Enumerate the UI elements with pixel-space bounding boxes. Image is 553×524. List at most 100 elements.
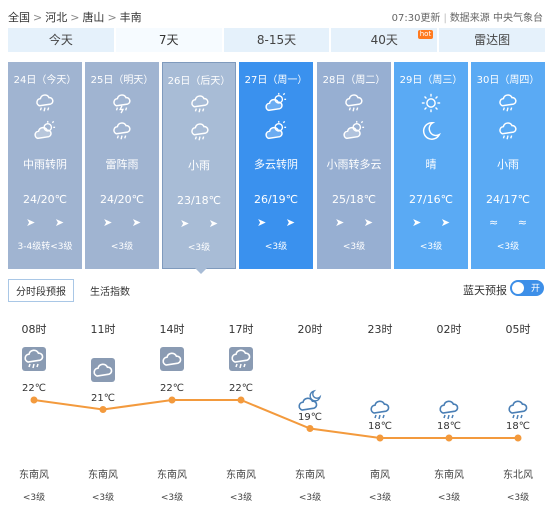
rain-cloud-icon <box>497 92 519 114</box>
hourly-wind-level: <3级 <box>229 493 253 503</box>
tab-hourly[interactable]: 分时段预报 <box>8 279 74 302</box>
rain-cloud-icon <box>189 93 211 115</box>
blue-sky-toggle[interactable]: 开 <box>510 280 544 296</box>
day-date: 30日（周四） <box>476 75 540 86</box>
temperature-point <box>376 434 384 442</box>
tab-today[interactable]: 今天 <box>8 28 114 52</box>
hourly-time: 05时 <box>505 323 531 336</box>
tab-label: 7天 <box>158 33 179 47</box>
day-weather-desc: 小雨 <box>497 158 519 171</box>
temperature-point <box>514 434 522 442</box>
hourly-wind-level: <3级 <box>298 493 322 503</box>
hourly-time: 23时 <box>367 323 393 336</box>
hourly-wind-level: <3级 <box>437 493 461 503</box>
temperature-point <box>445 434 453 442</box>
hourly-temperature: 21℃ <box>91 392 115 404</box>
thunder-rain-icon <box>111 92 133 114</box>
hourly-temperature: 18℃ <box>368 421 392 432</box>
tab-life-index[interactable]: 生活指数 <box>82 279 138 302</box>
cloud-icon <box>91 358 115 382</box>
toggle-knob <box>512 282 524 294</box>
rain-cloud-icon <box>34 92 56 114</box>
temperature-point <box>99 406 107 413</box>
hourly-wind-direction: 东南风 <box>19 470 49 481</box>
hourly-wind-direction: 东南风 <box>226 470 256 481</box>
hourly-temperature: 22℃ <box>160 383 184 394</box>
day-date: 29日（周三） <box>399 75 463 86</box>
breadcrumb-item-province[interactable]: 河北 <box>45 11 67 24</box>
hourly-wind-level: <3级 <box>160 493 184 503</box>
tab-8-15day[interactable]: 8-15天 <box>223 28 330 52</box>
day-card[interactable]: 28日（周二） 小雨转多云 25/18℃ ➤ ➤ <3级 <box>317 62 391 269</box>
temperature-point <box>237 396 245 404</box>
hourly-time: 14时 <box>159 323 185 336</box>
rain-cloud-icon <box>229 347 253 371</box>
rain-cloud-icon <box>497 120 519 142</box>
cloud-sun-icon <box>265 92 287 114</box>
tab-radar[interactable]: 雷达图 <box>439 28 545 52</box>
breadcrumb-item-country[interactable]: 全国 <box>8 11 30 24</box>
selected-day-pointer <box>195 268 207 274</box>
data-source: 数据来源 中央气象台 <box>449 13 543 24</box>
day-weather-desc: 多云转阴 <box>254 158 298 171</box>
wind-direction-icon: ➤ ➤ <box>103 216 149 229</box>
hourly-wind-direction: 东南风 <box>434 470 464 481</box>
tab-label: 8-15天 <box>256 33 297 47</box>
day-card[interactable]: 24日（今天） 中雨转阴 24/20℃ ➤ ➤ 3-4级转<3级 <box>8 62 82 269</box>
wind-direction-icon: ≈ ≈ <box>489 216 535 229</box>
rain-cloud-icon <box>111 120 133 142</box>
tab-40day[interactable]: 40天 hot <box>331 28 438 52</box>
day-date: 24日（今天） <box>13 75 77 86</box>
tab-7day[interactable]: 7天 <box>115 28 222 52</box>
moon-icon <box>420 120 442 142</box>
update-meta: 07:30更新 | 数据来源 中央气象台 <box>392 9 543 24</box>
day-wind-level: <3级 <box>419 242 443 252</box>
wind-direction-icon: ➤ ➤ <box>412 216 458 229</box>
breadcrumb-separator: > <box>107 11 117 24</box>
cloud-icon <box>160 347 184 371</box>
day-temperature: 24/17℃ <box>485 193 531 206</box>
hourly-time: 02时 <box>436 323 462 336</box>
breadcrumb-item-city[interactable]: 唐山 <box>82 11 104 24</box>
day-card[interactable]: 30日（周四） 小雨 24/17℃ ≈ ≈ <3级 <box>471 62 545 269</box>
day-weather-desc: 雷阵雨 <box>105 158 139 171</box>
wind-direction-icon: ➤ ➤ <box>257 216 303 229</box>
tab-label: 40天 <box>370 33 398 47</box>
cloud-moon-icon <box>298 389 322 413</box>
cloud-sun-icon <box>34 120 56 142</box>
sun-icon <box>420 92 442 114</box>
forecast-tabs: 今天 7天 8-15天 40天 hot 雷达图 <box>8 28 545 52</box>
daily-forecast: 24日（今天） 中雨转阴 24/20℃ ➤ ➤ 3-4级转<3级 25日（明天） 雷阵雨 2… <box>8 62 545 269</box>
divider: | <box>443 13 447 24</box>
temperature-point <box>168 396 176 404</box>
day-wind-level: <3级 <box>496 242 520 252</box>
day-wind-level: 3-4级转<3级 <box>17 242 73 252</box>
rain-cloud-icon <box>437 398 461 422</box>
hourly-time: 08时 <box>21 323 47 336</box>
hourly-wind-direction: 南风 <box>370 470 390 481</box>
hourly-temperature: 22℃ <box>22 383 46 394</box>
day-card-selected[interactable]: 26日（后天） 小雨 23/18℃ ➤ ➤ <3级 <box>162 62 236 269</box>
hourly-temperature: 18℃ <box>437 421 461 432</box>
hourly-time: 20时 <box>297 323 323 336</box>
rain-cloud-icon <box>506 398 530 422</box>
toggle-label: 开 <box>530 284 540 294</box>
day-card[interactable]: 25日（明天） 雷阵雨 24/20℃ ➤ ➤ <3级 <box>85 62 159 269</box>
hourly-forecast: 22℃ 东南风 <3级 08时 21℃ 东南风 <3级 11时 22℃ 东南风 <3级 14时 22℃ 东… <box>0 316 553 516</box>
temperature-point <box>306 425 314 432</box>
tab-label: 今天 <box>48 33 73 47</box>
day-weather-desc: 小雨转多云 <box>326 158 382 171</box>
hourly-wind-level: <3级 <box>368 493 392 503</box>
day-wind-level: <3级 <box>264 242 288 252</box>
day-card[interactable]: 29日（周三） 晴 27/16℃ ➤ ➤ <3级 <box>394 62 468 269</box>
rain-cloud-icon <box>343 92 365 114</box>
day-temperature: 26/19℃ <box>253 193 299 206</box>
day-card[interactable]: 27日（周一） 多云转阴 26/19℃ ➤ ➤ <3级 <box>239 62 313 269</box>
hourly-wind-direction: 东南风 <box>88 470 118 481</box>
detail-tabs: 分时段预报 生活指数 <box>8 279 138 302</box>
day-weather-desc: 小雨 <box>188 159 210 172</box>
hourly-wind-direction: 东北风 <box>503 470 533 481</box>
breadcrumb: 全国 > 河北 > 唐山 > 丰南 <box>8 9 142 25</box>
day-date: 27日（周一） <box>244 75 308 86</box>
breadcrumb-item-district: 丰南 <box>119 11 142 24</box>
